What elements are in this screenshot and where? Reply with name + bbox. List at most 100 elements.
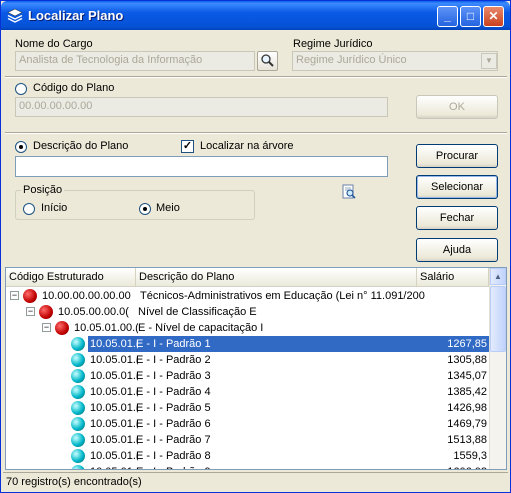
row-content: 10.05.01.(E - I - Padrão 3 1345,07 <box>88 368 489 384</box>
cargo-label: Nome do Cargo <box>15 38 93 50</box>
cell-salario: 1426,98 <box>447 402 487 414</box>
row-content: 10.00.00.00.00.00 Técnicos-Administrativo… <box>40 288 489 304</box>
group-node-icon <box>55 321 69 335</box>
table-row[interactable]: − 10.05.00.00.0( Nível de Classificação E <box>6 304 489 320</box>
scroll-up-icon[interactable]: ▲ <box>490 268 506 285</box>
cell-salario: 1469,79 <box>447 418 487 430</box>
minimize-icon: _ <box>444 9 451 23</box>
cell-codigo: 10.00.00.00.00.00 <box>42 290 131 302</box>
plans-tree-grid[interactable]: Código Estruturado Descrição do Plano Sa… <box>5 267 507 470</box>
window-title: Localizar Plano <box>28 8 124 23</box>
table-row[interactable]: 10.05.01.(E - I - Padrão 8 1559,3 <box>6 448 489 464</box>
tree-collapse-icon[interactable]: − <box>10 291 19 300</box>
localizar-arvore-label: Localizar na árvore <box>200 140 294 152</box>
group-node-icon <box>23 289 37 303</box>
cargo-search-button[interactable] <box>257 51 278 71</box>
maximize-button[interactable]: □ <box>460 6 481 27</box>
leaf-node-icon <box>71 369 85 383</box>
cell-salario: 1267,85 <box>447 338 487 350</box>
table-row[interactable]: 10.05.01.(E - I - Padrão 5 1426,98 <box>6 400 489 416</box>
cell-codigo: 10.05.01.( <box>90 450 138 462</box>
cell-codigo: 10.05.01.( <box>90 402 138 414</box>
cell-descricao: E - I - Padrão 6 <box>136 418 211 430</box>
regime-label: Regime Jurídico <box>293 38 373 50</box>
cell-salario: 1513,88 <box>447 434 487 446</box>
table-row[interactable]: 10.05.01.(E - I - Padrão 3 1345,07 <box>6 368 489 384</box>
row-content: 10.05.01.(E - I - Padrão 5 1426,98 <box>88 400 489 416</box>
leaf-node-icon <box>71 401 85 415</box>
codigo-radio[interactable] <box>15 83 27 95</box>
leaf-node-icon <box>71 385 85 399</box>
table-row[interactable]: − 10.00.00.00.00.00 Técnicos-Administrativ… <box>6 288 489 304</box>
ok-button[interactable]: OK <box>416 95 498 119</box>
meio-label: Meio <box>156 202 180 214</box>
cell-codigo: 10.05.01.( <box>90 386 138 398</box>
descricao-radio[interactable] <box>15 141 27 153</box>
column-header-salario[interactable]: Salário <box>417 268 489 287</box>
cell-salario: 1385,42 <box>447 386 487 398</box>
cell-codigo: 10.05.01.00.( <box>74 322 138 334</box>
procurar-button[interactable]: Procurar <box>416 144 498 168</box>
cell-codigo: 10.05.01.( <box>90 434 138 446</box>
row-content: 10.05.01.(E - I - Padrão 6 1469,79 <box>88 416 489 432</box>
localizar-arvore-checkbox[interactable]: ✓ <box>181 140 194 153</box>
cargo-field[interactable]: Analista de Tecnologia da Informação <box>15 51 255 71</box>
cell-descricao: E - I - Padrão 5 <box>136 402 211 414</box>
cell-codigo: 10.05.00.00.0( <box>58 306 129 318</box>
row-content: 10.05.01.00.(E - Nível de capacitação I <box>72 320 489 336</box>
row-content: 10.05.01.(E - I - Padrão 4 1385,42 <box>88 384 489 400</box>
cell-descricao: E - I - Padrão 7 <box>136 434 211 446</box>
title-bar[interactable]: Localizar Plano _ □ ✕ <box>1 1 510 30</box>
codigo-field[interactable]: 00.00.00.00.00 <box>15 97 388 117</box>
ajuda-button[interactable]: Ajuda <box>416 238 498 262</box>
minimize-button[interactable]: _ <box>437 6 458 27</box>
leaf-node-icon <box>71 449 85 463</box>
scroll-thumb[interactable] <box>490 286 506 352</box>
column-header-descricao[interactable]: Descrição do Plano <box>136 268 417 287</box>
tree-collapse-icon[interactable]: − <box>42 323 51 332</box>
column-header-codigo[interactable]: Código Estruturado <box>6 268 136 287</box>
regime-select[interactable]: Regime Jurídico Único <box>292 51 498 71</box>
row-content: 10.05.01.(E - I - Padrão 8 1559,3 <box>88 448 489 464</box>
magnifier-icon <box>261 54 274 67</box>
tree-collapse-icon[interactable]: − <box>26 307 35 316</box>
cell-descricao: Nível de Classificação E <box>138 306 257 318</box>
row-content: 10.05.01.(E - I - Padrão 1 1267,85 <box>88 336 489 352</box>
table-row[interactable]: 10.05.01.(E - I - Padrão 1 1267,85 <box>6 336 489 352</box>
row-content: 10.05.01.(E - I - Padrão 2 1305,88 <box>88 352 489 368</box>
leaf-node-icon <box>71 337 85 351</box>
table-row[interactable]: 10.05.01.(E - I - Padrão 9 1606,08 <box>6 464 489 469</box>
cell-descricao: E - I - Padrão 8 <box>136 450 211 462</box>
cell-descricao: E - I - Padrão 2 <box>136 354 211 366</box>
table-row[interactable]: − 10.05.01.00.(E - Nível de capacitação I <box>6 320 489 336</box>
close-button[interactable]: ✕ <box>483 6 504 27</box>
fechar-button[interactable]: Fechar <box>416 206 498 230</box>
vertical-scrollbar[interactable]: ▲ <box>489 268 506 469</box>
table-row[interactable]: 10.05.01.(E - I - Padrão 4 1385,42 <box>6 384 489 400</box>
cell-descricao: E - I - Padrão 4 <box>136 386 211 398</box>
meio-radio[interactable] <box>139 203 151 215</box>
cell-salario: 1606,08 <box>447 464 487 469</box>
inicio-radio[interactable] <box>23 203 35 215</box>
cell-salario: 1559,3 <box>453 450 487 462</box>
cell-descricao: E - I - Padrão 3 <box>136 370 211 382</box>
cell-salario: 1345,07 <box>447 370 487 382</box>
chevron-down-icon[interactable]: ▼ <box>481 53 497 69</box>
cell-descricao: E - I - Padrão 1 <box>136 338 211 350</box>
selecionar-button[interactable]: Selecionar <box>416 175 498 199</box>
close-icon: ✕ <box>488 9 499 23</box>
table-row[interactable]: 10.05.01.(E - I - Padrão 7 1513,88 <box>6 432 489 448</box>
row-content: 10.05.01.(E - I - Padrão 9 1606,08 <box>88 464 489 469</box>
cell-descricao: E - Nível de capacitação I <box>138 322 264 334</box>
find-in-tree-icon[interactable] <box>341 184 357 200</box>
cell-codigo: 10.05.01.( <box>90 354 138 366</box>
cell-codigo: 10.05.01.( <box>90 464 138 469</box>
table-row[interactable]: 10.05.01.(E - I - Padrão 6 1469,79 <box>6 416 489 432</box>
leaf-node-icon <box>71 433 85 447</box>
row-content: 10.05.01.(E - I - Padrão 7 1513,88 <box>88 432 489 448</box>
descricao-field[interactable] <box>15 156 388 177</box>
cell-descricao: Técnicos-Administrativos em Educação (Le… <box>140 290 425 302</box>
table-row[interactable]: 10.05.01.(E - I - Padrão 2 1305,88 <box>6 352 489 368</box>
cell-descricao: E - I - Padrão 9 <box>136 464 211 469</box>
separator <box>5 132 507 134</box>
